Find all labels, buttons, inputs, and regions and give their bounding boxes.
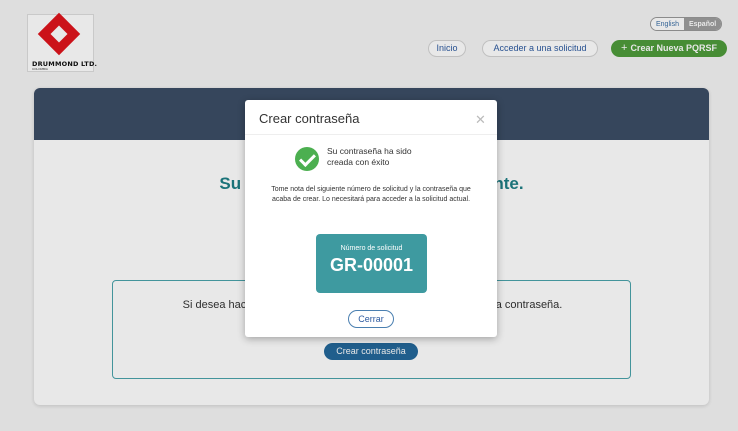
check-circle-icon (295, 147, 319, 171)
password-created-modal: Crear contraseña ✕ Su contraseña ha sido… (245, 100, 497, 337)
close-icon[interactable]: ✕ (475, 112, 486, 128)
success-message: Su contraseña ha sido creada con éxito (327, 146, 412, 167)
modal-divider (245, 134, 497, 135)
request-number-label: Número de solicitud (340, 245, 403, 252)
cerrar-button[interactable]: Cerrar (348, 310, 394, 328)
modal-title: Crear contraseña (259, 111, 360, 126)
request-number-value: GR-00001 (329, 255, 414, 275)
page-background: DRUMMOND LTD. COLOMBIA English Español I… (0, 0, 738, 431)
request-note: Tome nota del siguiente número de solici… (271, 186, 471, 203)
request-number-box: Número de solicitud GR-00001 (316, 234, 427, 293)
